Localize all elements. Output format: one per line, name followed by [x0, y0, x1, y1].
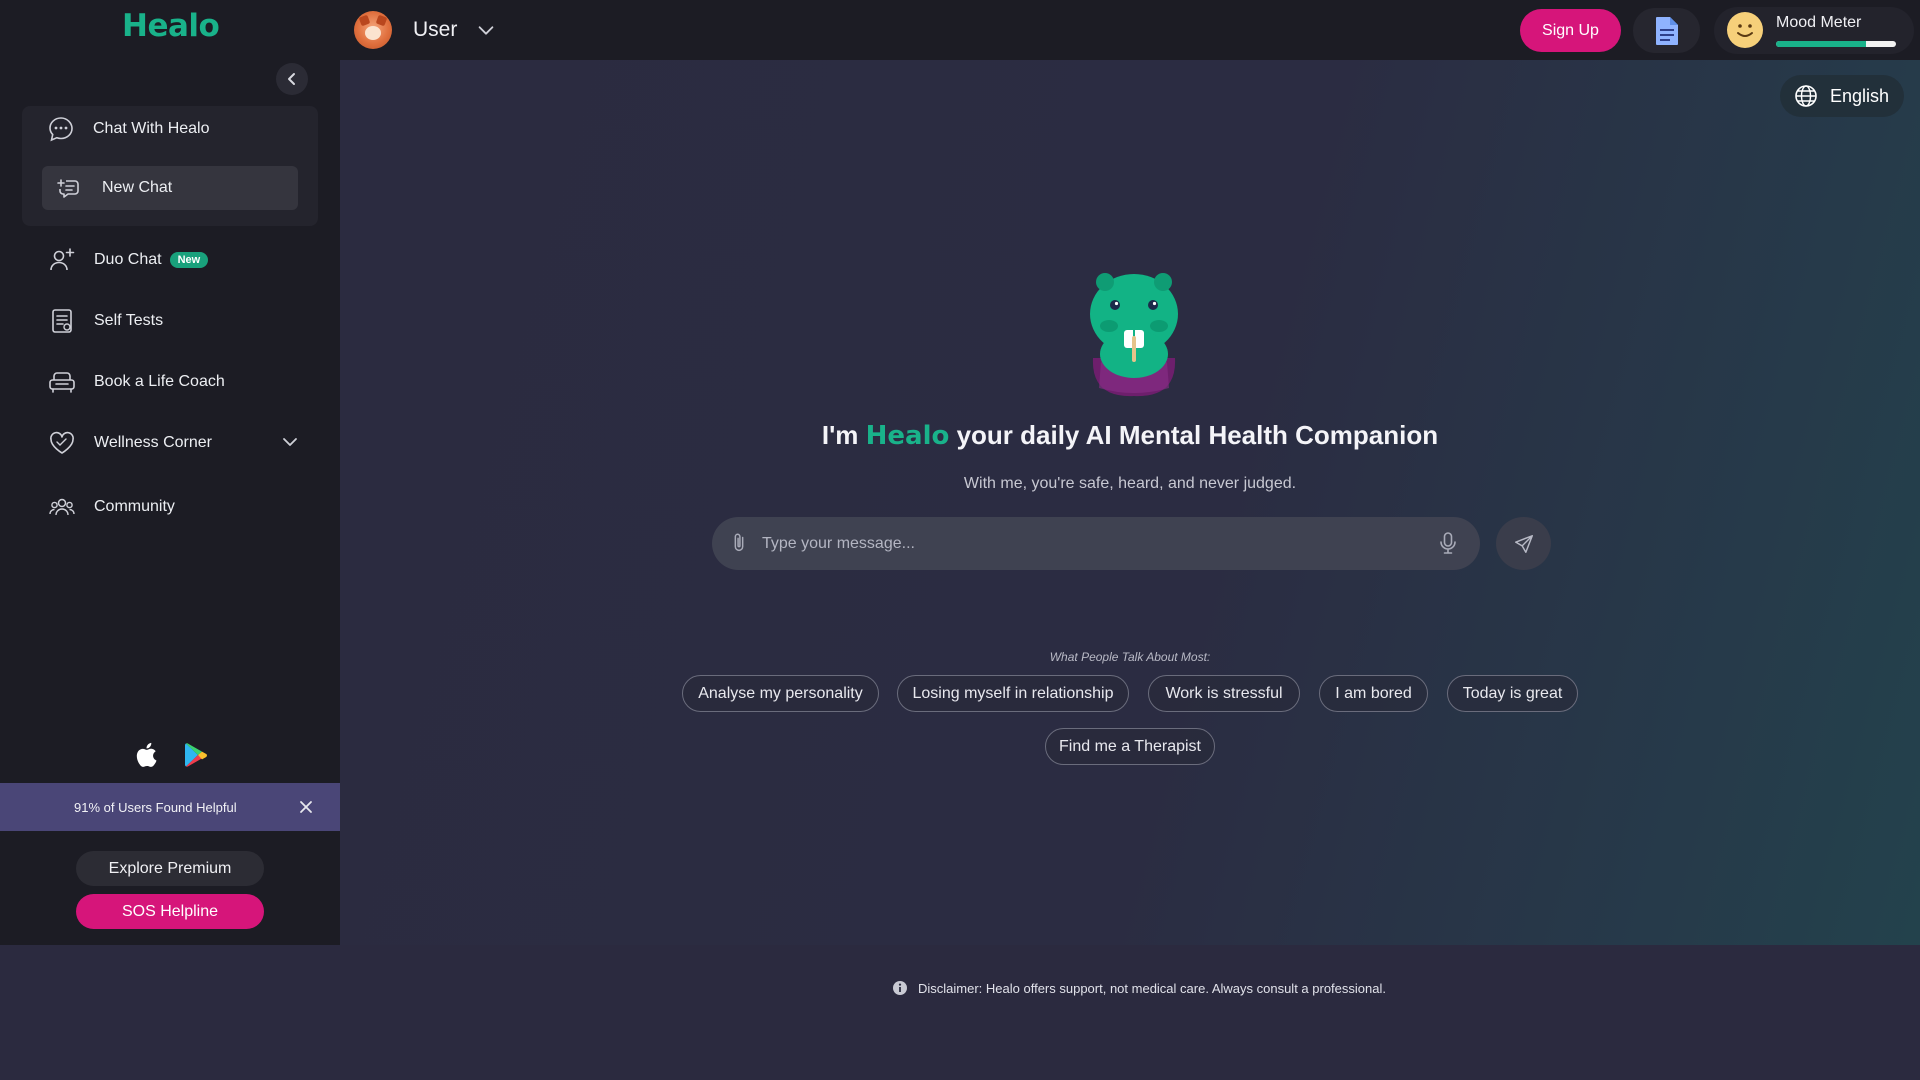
mood-meter-label: Mood Meter — [1776, 14, 1862, 31]
sidebar-item-community[interactable]: Community — [47, 492, 175, 522]
avatar — [354, 11, 392, 49]
sofa-icon — [47, 367, 77, 397]
logo[interactable]: Healo — [122, 8, 220, 44]
topic-chip[interactable]: Losing myself in relationship — [897, 675, 1129, 712]
new-chat-icon — [54, 174, 82, 202]
send-button[interactable] — [1496, 517, 1551, 570]
sign-up-button[interactable]: Sign Up — [1520, 9, 1621, 52]
healo-mascot-icon — [1090, 273, 1178, 397]
message-composer — [712, 517, 1480, 570]
play-store-icon[interactable] — [184, 742, 208, 768]
topic-chip[interactable]: Find me a Therapist — [1045, 728, 1215, 765]
headline-brand: Healo — [865, 421, 950, 451]
helpful-banner-text: 91% of Users Found Helpful — [74, 799, 237, 815]
main-panel: English I'm Healo your daily AI Mental H… — [340, 60, 1920, 996]
sidebar: Chat With Healo New Chat Duo Chat New Se… — [0, 60, 340, 945]
page-title: I'm Healo your daily AI Mental Health Co… — [340, 420, 1920, 451]
sidebar-item-life-coach[interactable]: Book a Life Coach — [47, 367, 225, 397]
document-button[interactable] — [1633, 8, 1700, 53]
user-menu[interactable]: User — [354, 10, 497, 50]
app-root: Healo User Sign Up Mood Meter Chat With … — [0, 0, 1920, 996]
headline-suffix: your daily AI Mental Health Companion — [956, 420, 1439, 450]
chevron-left-icon — [288, 73, 295, 85]
collapse-sidebar-button[interactable] — [276, 63, 308, 95]
topic-chip[interactable]: Work is stressful — [1148, 675, 1300, 712]
chat-group: Chat With Healo New Chat — [22, 106, 318, 226]
smiley-icon — [1727, 12, 1763, 48]
language-label: English — [1830, 85, 1890, 106]
sidebar-item-duo-chat[interactable]: Duo Chat New — [47, 245, 209, 275]
new-badge: New — [169, 252, 209, 268]
microphone-icon[interactable] — [1436, 531, 1460, 555]
app-store-links — [134, 742, 208, 768]
topic-chip[interactable]: Analyse my personality — [682, 675, 879, 712]
mood-meter[interactable]: Mood Meter — [1714, 7, 1914, 54]
add-user-icon — [47, 245, 77, 275]
topic-chip[interactable]: Today is great — [1447, 675, 1578, 712]
sidebar-item-label: Chat With Healo — [93, 120, 210, 137]
clipboard-icon — [47, 306, 77, 336]
chevron-down-icon[interactable] — [280, 432, 300, 452]
new-chat-button[interactable]: New Chat — [42, 166, 298, 210]
language-selector[interactable]: English — [1780, 75, 1904, 117]
explore-premium-button[interactable]: Explore Premium — [76, 851, 264, 886]
disclaimer-text: Disclaimer: Healo offers support, not me… — [918, 980, 1386, 996]
paperclip-icon[interactable] — [728, 532, 750, 554]
send-icon — [1514, 534, 1533, 553]
sidebar-item-label: Book a Life Coach — [94, 373, 225, 390]
sidebar-item-label: Community — [94, 498, 175, 515]
headline-prefix: I'm — [821, 420, 859, 450]
group-icon — [47, 492, 77, 522]
chat-bubble-icon — [46, 114, 76, 144]
sidebar-item-chat-with-healo[interactable]: Chat With Healo — [46, 114, 210, 144]
topics-label: What People Talk About Most: — [1049, 650, 1211, 664]
heart-icon — [47, 428, 77, 458]
mood-meter-bar — [1776, 41, 1896, 47]
page-subtitle: With me, you're safe, heard, and never j… — [963, 475, 1297, 492]
document-icon — [1655, 16, 1678, 45]
new-chat-label: New Chat — [102, 179, 173, 196]
user-name: User — [413, 18, 458, 41]
globe-icon — [1795, 85, 1817, 107]
apple-icon[interactable] — [134, 742, 158, 768]
chevron-down-icon — [479, 26, 494, 35]
top-bar: Healo User Sign Up Mood Meter — [0, 0, 1920, 60]
sidebar-item-label: Wellness Corner — [94, 434, 212, 451]
sidebar-item-self-tests[interactable]: Self Tests — [47, 306, 163, 336]
mood-meter-fill — [1776, 41, 1866, 47]
sidebar-item-wellness-corner[interactable]: Wellness Corner — [47, 428, 212, 458]
helpful-banner: 91% of Users Found Helpful — [0, 783, 340, 831]
sidebar-item-label: Duo Chat — [94, 251, 162, 268]
info-icon — [893, 981, 907, 995]
disclaimer: Disclaimer: Healo offers support, not me… — [892, 980, 1386, 996]
topic-chip[interactable]: I am bored — [1319, 675, 1428, 712]
message-input[interactable] — [762, 525, 1402, 562]
sos-helpline-button[interactable]: SOS Helpline — [76, 894, 264, 929]
close-icon[interactable] — [298, 799, 314, 815]
sidebar-item-label: Self Tests — [94, 312, 164, 329]
